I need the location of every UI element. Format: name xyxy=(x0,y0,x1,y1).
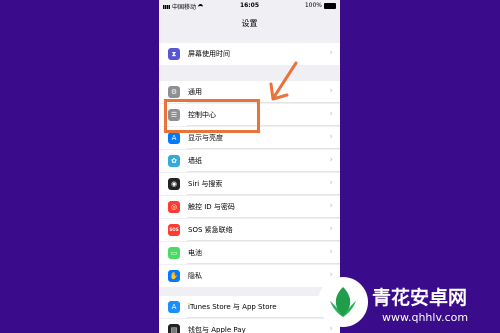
watermark-logo-icon xyxy=(318,277,368,327)
watermark-text: 青花安卓网 xyxy=(372,287,468,309)
watermark-url: www.qhhlv.com xyxy=(382,311,469,324)
watermark: 青花安卓网 www.qhhlv.com xyxy=(314,275,500,333)
